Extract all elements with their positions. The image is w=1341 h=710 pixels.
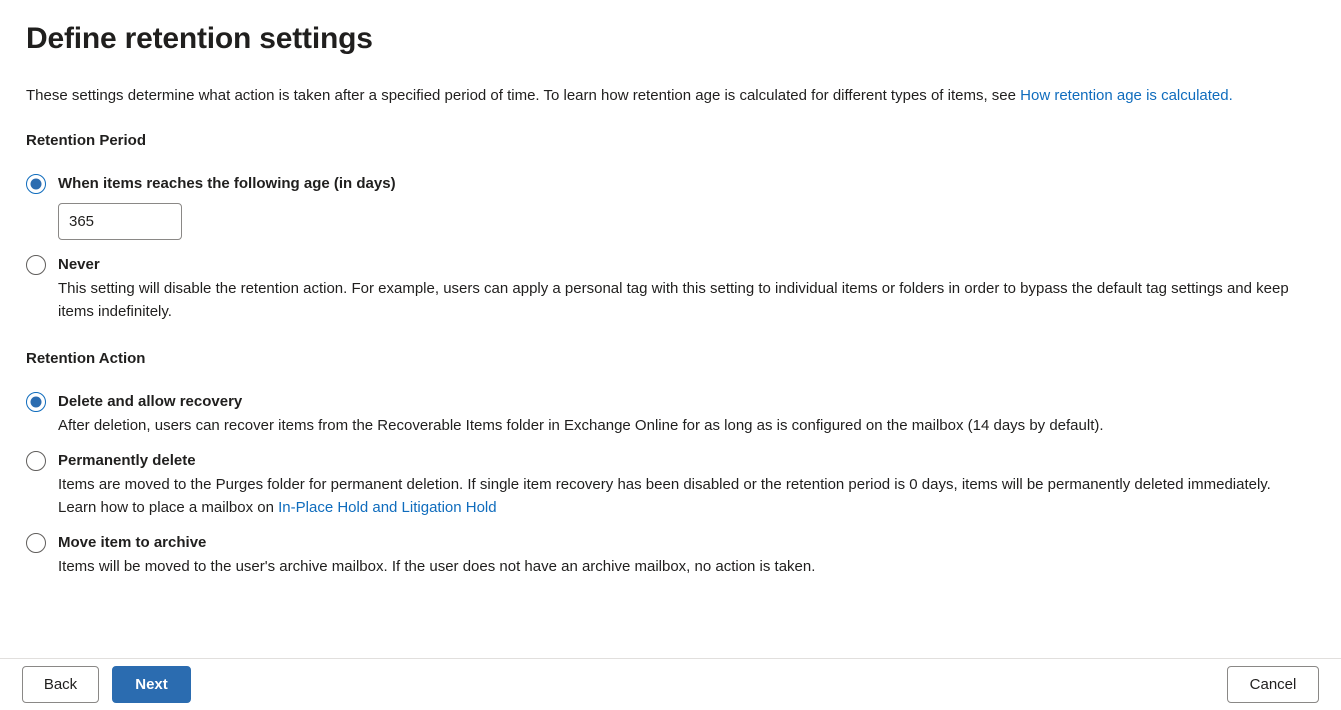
retention-action-option-delete-allow-recovery: Delete and allow recovery After deletion…: [26, 391, 1315, 437]
wizard-footer: Back Next Cancel: [0, 658, 1341, 710]
how-retention-age-is-calculated-link[interactable]: How retention age is calculated.: [1020, 87, 1233, 104]
page-content: Define retention settings These settings…: [0, 0, 1341, 658]
back-button[interactable]: Back: [22, 666, 99, 703]
radio-never[interactable]: [26, 255, 46, 275]
retention-action-option-move-to-archive: Move item to archive Items will be moved…: [26, 532, 1315, 578]
footer-right-buttons: Cancel: [1227, 666, 1319, 703]
next-button[interactable]: Next: [112, 666, 191, 703]
footer-left-buttons: Back Next: [22, 666, 191, 703]
radio-label-delete-and-allow-recovery[interactable]: Delete and allow recovery: [58, 391, 242, 412]
radio-when-items-reach-age[interactable]: [26, 174, 46, 194]
description-never: This setting will disable the retention …: [58, 280, 1289, 320]
radio-row-age[interactable]: When items reaches the following age (in…: [26, 173, 1315, 194]
page-description: These settings determine what action is …: [26, 82, 1266, 109]
retention-settings-page: Define retention settings These settings…: [0, 0, 1341, 710]
radio-label-when-items-reach-age[interactable]: When items reaches the following age (in…: [58, 173, 396, 194]
retention-action-section: Retention Action Delete and allow recove…: [26, 349, 1315, 578]
cancel-button[interactable]: Cancel: [1227, 666, 1319, 703]
retention-period-option-never: Never This setting will disable the rete…: [26, 254, 1315, 323]
radio-label-permanently-delete[interactable]: Permanently delete: [58, 450, 196, 471]
radio-move-item-to-archive[interactable]: [26, 533, 46, 553]
radio-label-never[interactable]: Never: [58, 254, 100, 275]
description-permanently-delete: Items are moved to the Purges folder for…: [58, 473, 1308, 519]
radio-row-never[interactable]: Never: [26, 254, 1315, 275]
radio-delete-and-allow-recovery[interactable]: [26, 392, 46, 412]
retention-period-option-age: When items reaches the following age (in…: [26, 173, 1315, 240]
radio-row-move-item-to-archive[interactable]: Move item to archive: [26, 532, 1315, 553]
radio-row-permanently-delete[interactable]: Permanently delete: [26, 450, 1315, 471]
radio-row-delete-allow-recovery[interactable]: Delete and allow recovery: [26, 391, 1315, 412]
description-permanently-delete-text: Items are moved to the Purges folder for…: [58, 476, 1271, 516]
retention-period-heading: Retention Period: [26, 132, 147, 149]
retention-action-heading: Retention Action: [26, 350, 146, 367]
description-delete-and-allow-recovery: After deletion, users can recover items …: [58, 417, 1104, 434]
retention-action-option-permanently-delete: Permanently delete Items are moved to th…: [26, 450, 1315, 519]
description-move-item-to-archive: Items will be moved to the user's archiv…: [58, 558, 816, 575]
retention-days-input-wrapper: [58, 203, 1315, 240]
retention-period-section: Retention Period When items reaches the …: [26, 131, 1315, 323]
page-description-text: These settings determine what action is …: [26, 87, 1021, 104]
radio-permanently-delete[interactable]: [26, 451, 46, 471]
retention-days-input[interactable]: [58, 203, 182, 240]
page-title: Define retention settings: [26, 22, 373, 55]
radio-label-move-item-to-archive[interactable]: Move item to archive: [58, 532, 206, 553]
in-place-hold-and-litigation-hold-link[interactable]: In-Place Hold and Litigation Hold: [278, 499, 496, 516]
